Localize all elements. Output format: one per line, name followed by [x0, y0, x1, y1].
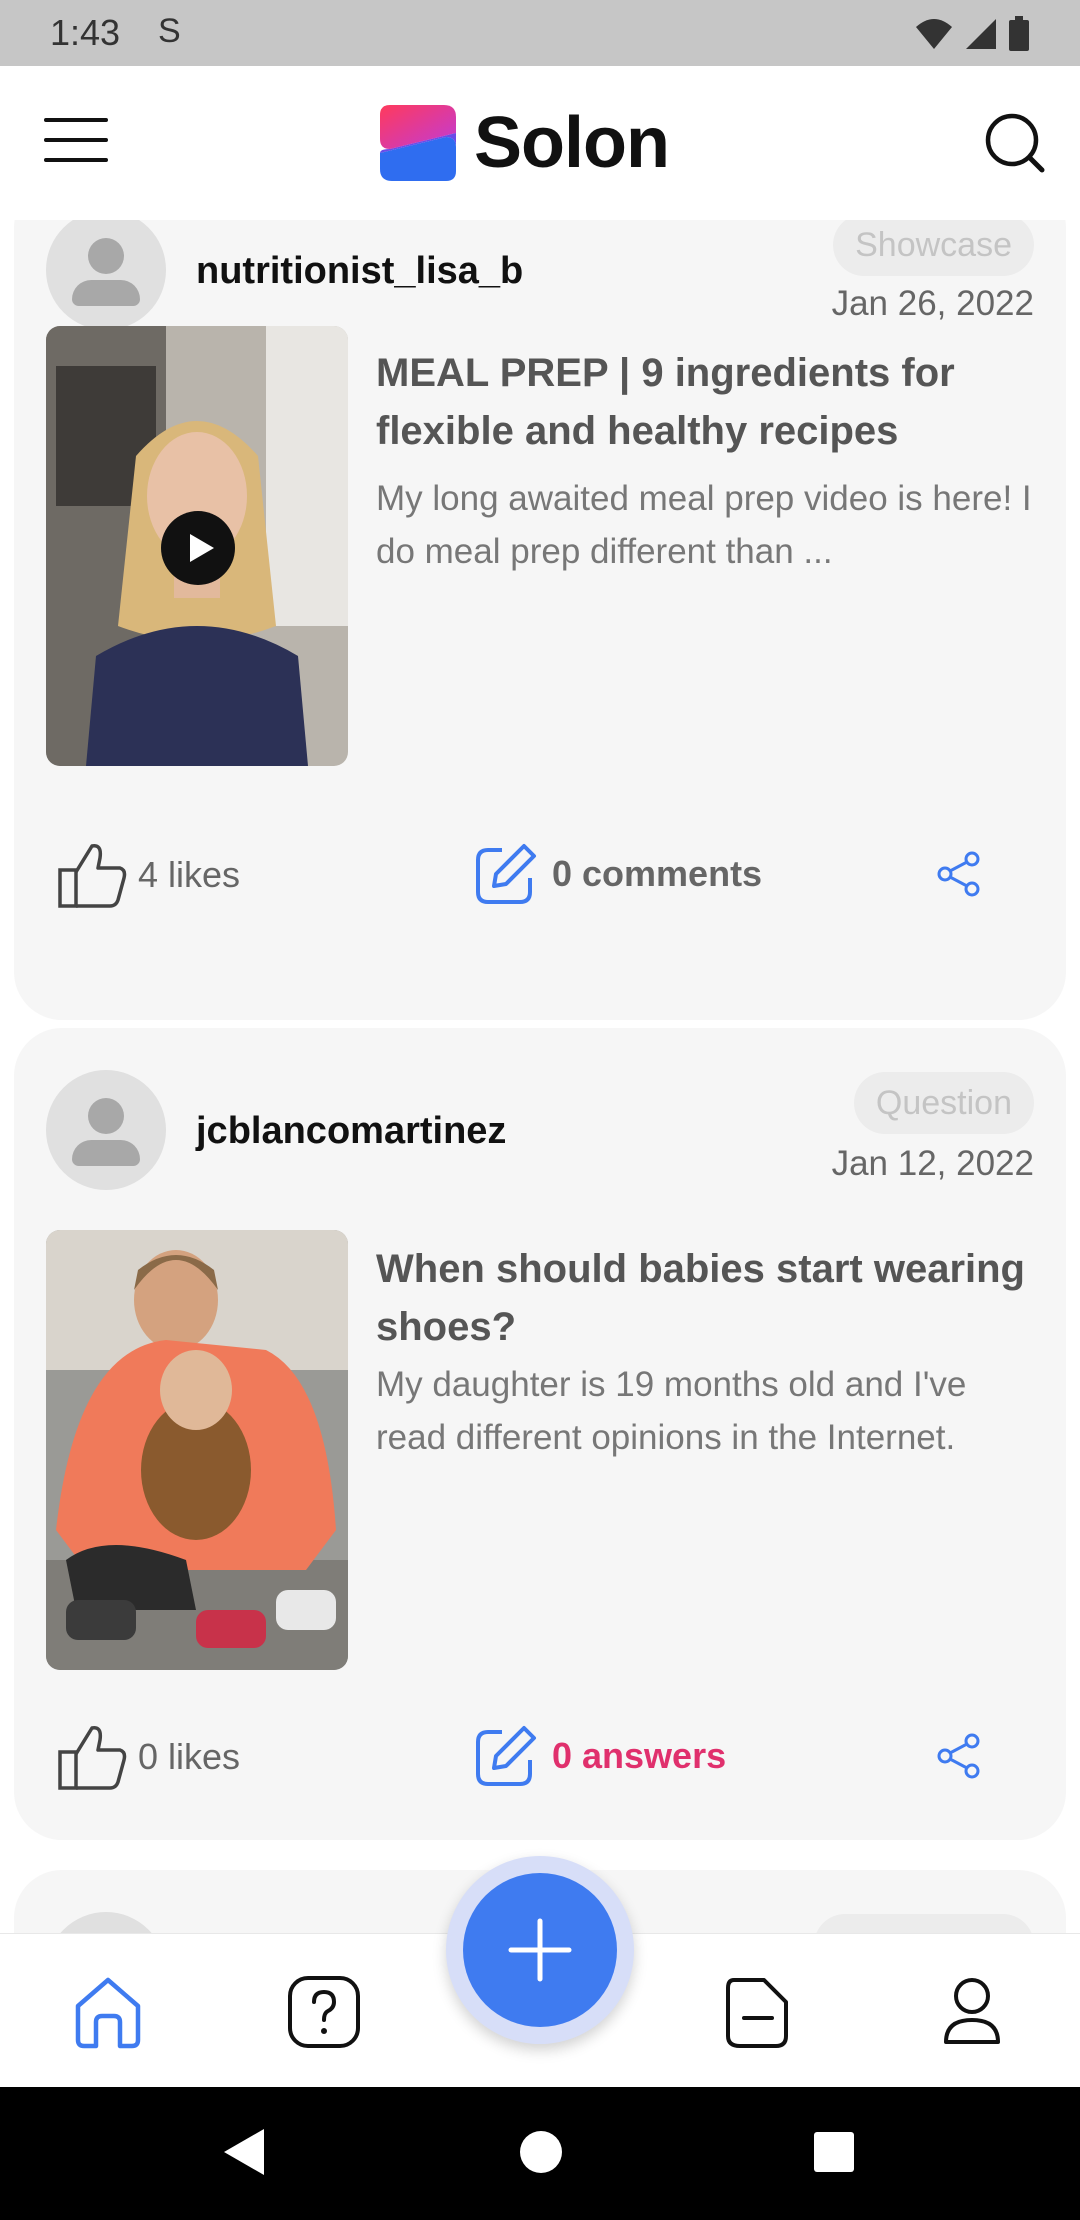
avatar[interactable] — [46, 1912, 166, 1933]
avatar[interactable] — [46, 1070, 166, 1190]
app-title: Solon — [474, 103, 670, 183]
logo-mark-icon — [380, 105, 456, 181]
battery-icon — [1009, 16, 1029, 51]
post-excerpt: My long awaited meal prep video is here!… — [376, 479, 1032, 571]
articles-icon[interactable] — [720, 1974, 796, 2050]
status-bar: 1:43 S — [0, 0, 1080, 66]
app-logo: Solon — [380, 102, 670, 184]
signal-icon — [966, 19, 996, 49]
share-icon[interactable] — [936, 850, 982, 898]
post-photo-thumbnail[interactable] — [46, 1230, 348, 1670]
avatar[interactable] — [46, 220, 166, 330]
post-date: Jan 12, 2022 — [831, 1144, 1034, 1183]
answer-button[interactable]: 0 answers — [474, 1724, 726, 1788]
post-title[interactable]: MEAL PREP | 9 ingredients for flexible a… — [376, 344, 1036, 460]
wifi-icon — [916, 19, 952, 49]
profile-icon[interactable] — [934, 1974, 1010, 2050]
post-date: Jan 26, 2022 — [831, 284, 1034, 323]
menu-icon[interactable] — [44, 118, 108, 168]
post-username[interactable]: nutritionist_lisa_b — [196, 250, 523, 293]
thumbs-up-icon — [58, 844, 127, 908]
recents-icon[interactable] — [812, 2127, 856, 2177]
add-post-button[interactable] — [463, 1873, 617, 2027]
like-count: 0 likes — [138, 1736, 241, 1777]
home-circle-icon[interactable] — [519, 2127, 563, 2177]
post-feed[interactable]: nutritionist_lisa_b Showcase Jan 26, 202… — [0, 220, 1080, 1933]
back-icon[interactable] — [222, 2127, 266, 2177]
edit-icon — [476, 1726, 536, 1786]
like-button[interactable]: 0 likes — [58, 1724, 240, 1790]
app-header: Solon — [0, 66, 1080, 220]
system-nav-bar — [0, 2087, 1080, 2220]
post-video-thumbnail[interactable] — [46, 326, 348, 766]
post-title[interactable]: When should babies start wearing shoes? — [376, 1240, 1036, 1356]
post-username[interactable]: jcblancomartinez — [196, 1110, 506, 1153]
post-card[interactable]: nutritionist_lisa_b Showcase Jan 26, 202… — [14, 220, 1066, 1020]
like-button[interactable]: 4 likes — [58, 842, 240, 908]
post-card[interactable]: jcblancomartinez Question Jan 12, 2022 W… — [14, 1028, 1066, 1840]
post-tag: Question — [853, 1072, 1034, 1134]
share-icon[interactable] — [936, 1732, 982, 1780]
answer-count: 0 answers — [552, 1735, 727, 1776]
post-actions: 0 likes 0 answers — [14, 1724, 1066, 1804]
plus-icon — [508, 1918, 572, 1982]
comment-count: 0 comments — [552, 853, 763, 894]
edit-icon — [476, 844, 536, 904]
post-tag: Showcase — [833, 220, 1034, 276]
carrier-icon: S — [158, 12, 181, 50]
search-icon[interactable] — [984, 112, 1046, 174]
home-icon[interactable] — [70, 1974, 146, 2050]
post-actions: 4 likes 0 comments — [14, 842, 1066, 922]
post-excerpt: My daughter is 19 months old and I've re… — [376, 1365, 967, 1457]
status-icons — [914, 14, 1030, 54]
post-tag — [814, 1914, 1034, 1933]
thumbs-up-icon — [58, 1726, 127, 1790]
status-time: 1:43 — [50, 12, 121, 53]
play-icon[interactable] — [160, 510, 236, 586]
like-count: 4 likes — [138, 854, 241, 895]
comment-button[interactable]: 0 comments — [474, 842, 762, 906]
question-icon[interactable] — [286, 1974, 362, 2050]
